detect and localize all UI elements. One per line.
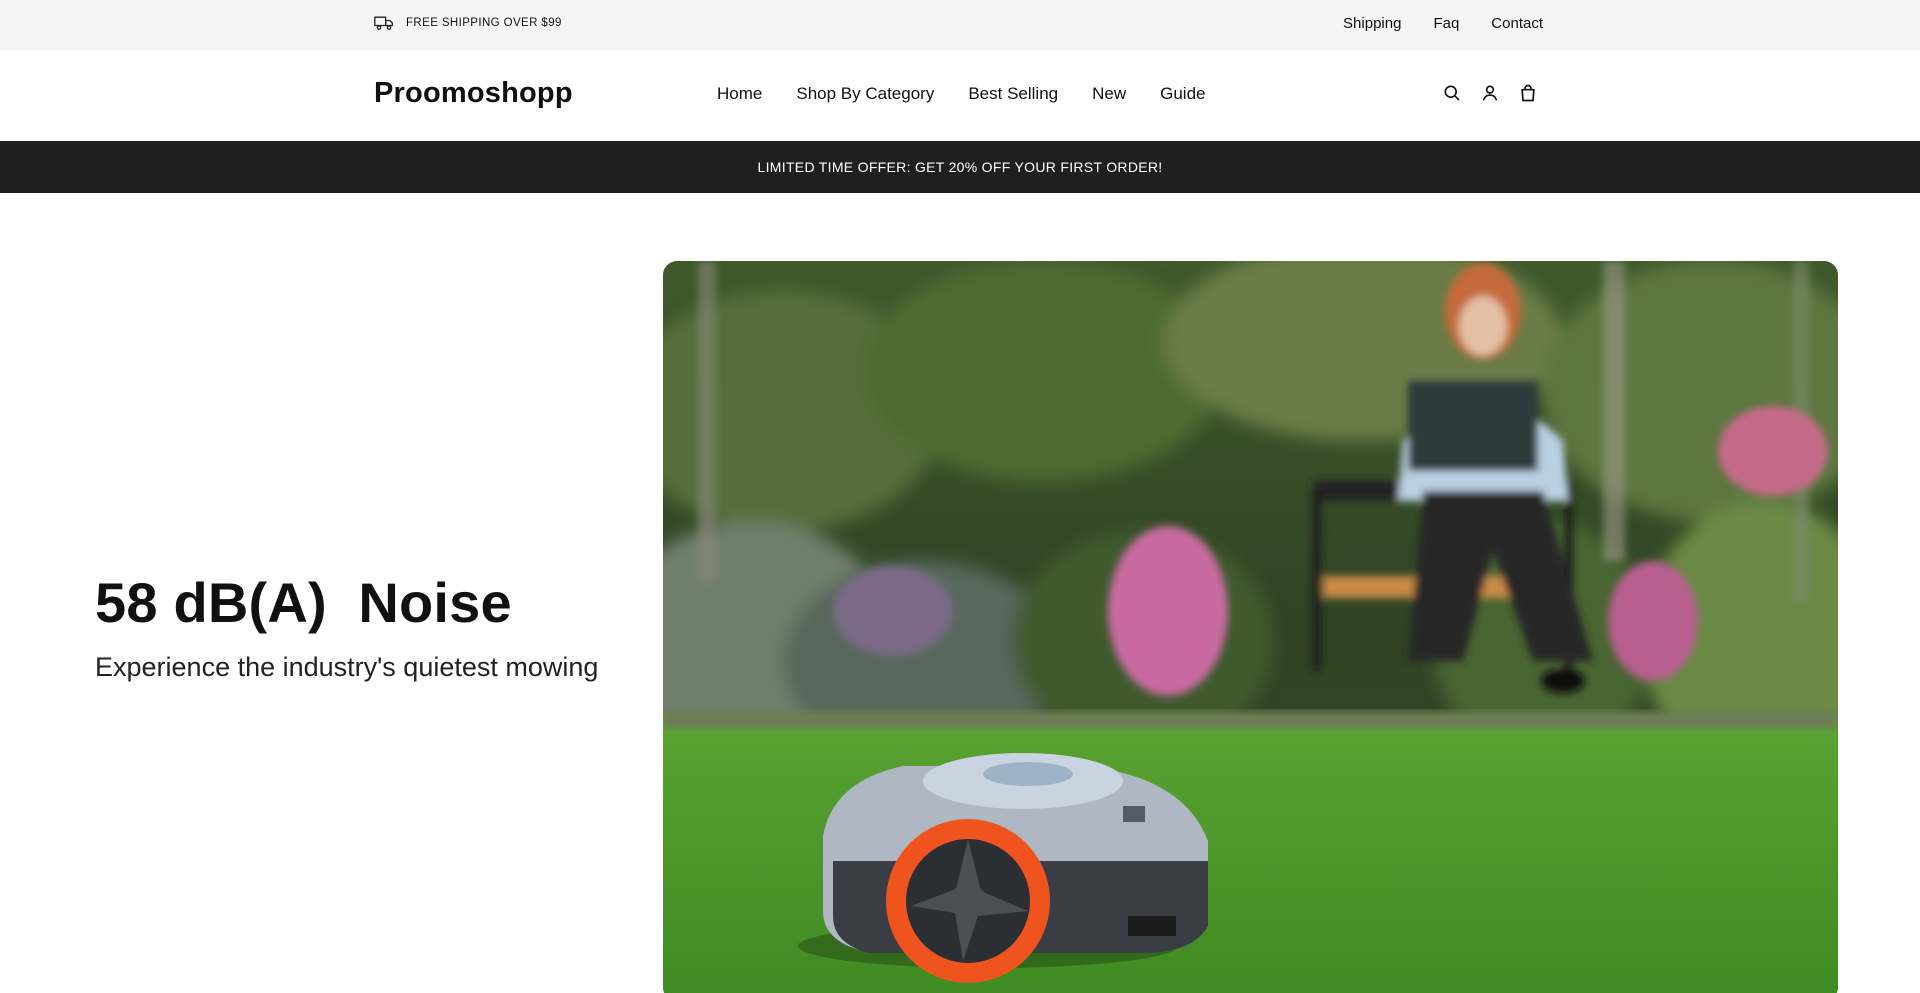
faq-link[interactable]: Faq [1433, 15, 1459, 32]
cart-button[interactable] [1517, 82, 1539, 104]
shipping-link[interactable]: Shipping [1343, 15, 1401, 32]
nav-new[interactable]: New [1092, 84, 1126, 104]
free-shipping-text: FREE SHIPPING OVER $99 [406, 17, 562, 29]
hero-subtitle: Experience the industry's quietest mowin… [95, 652, 599, 682]
nav-shop-by-category[interactable]: Shop By Category [796, 84, 934, 104]
utility-links: Shipping Faq Contact [1343, 15, 1543, 32]
contact-link[interactable]: Contact [1491, 15, 1543, 32]
nav-guide[interactable]: Guide [1160, 84, 1205, 104]
account-button[interactable] [1479, 82, 1501, 104]
promo-banner: LIMITED TIME OFFER: GET 20% OFF YOUR FIR… [0, 141, 1920, 193]
truck-icon [374, 16, 393, 30]
utility-bar: FREE SHIPPING OVER $99 Shipping Faq Cont… [0, 0, 1920, 50]
nav-home[interactable]: Home [717, 84, 762, 104]
hero-text: 58 dB(A) Noise Experience the industry's… [95, 568, 598, 684]
lawn-mower-photo [663, 261, 1838, 993]
free-shipping-notice: FREE SHIPPING OVER $99 [374, 14, 562, 32]
promo-text: LIMITED TIME OFFER: GET 20% OFF YOUR FIR… [757, 159, 1163, 175]
cart-bag-icon [1521, 84, 1535, 102]
store-logo[interactable]: Proomoshopp [374, 77, 573, 110]
header-icons [1441, 82, 1539, 104]
account-icon [1482, 85, 1498, 101]
nav-best-selling[interactable]: Best Selling [968, 84, 1058, 104]
search-icon [1444, 85, 1460, 101]
main-nav: Home Shop By Category Best Selling New G… [717, 84, 1206, 104]
main-header: Proomoshopp Home Shop By Category Best S… [0, 50, 1920, 141]
search-button[interactable] [1441, 82, 1463, 104]
hero-title: 58 dB(A) Noise [95, 571, 512, 634]
hero-image [663, 261, 1838, 993]
